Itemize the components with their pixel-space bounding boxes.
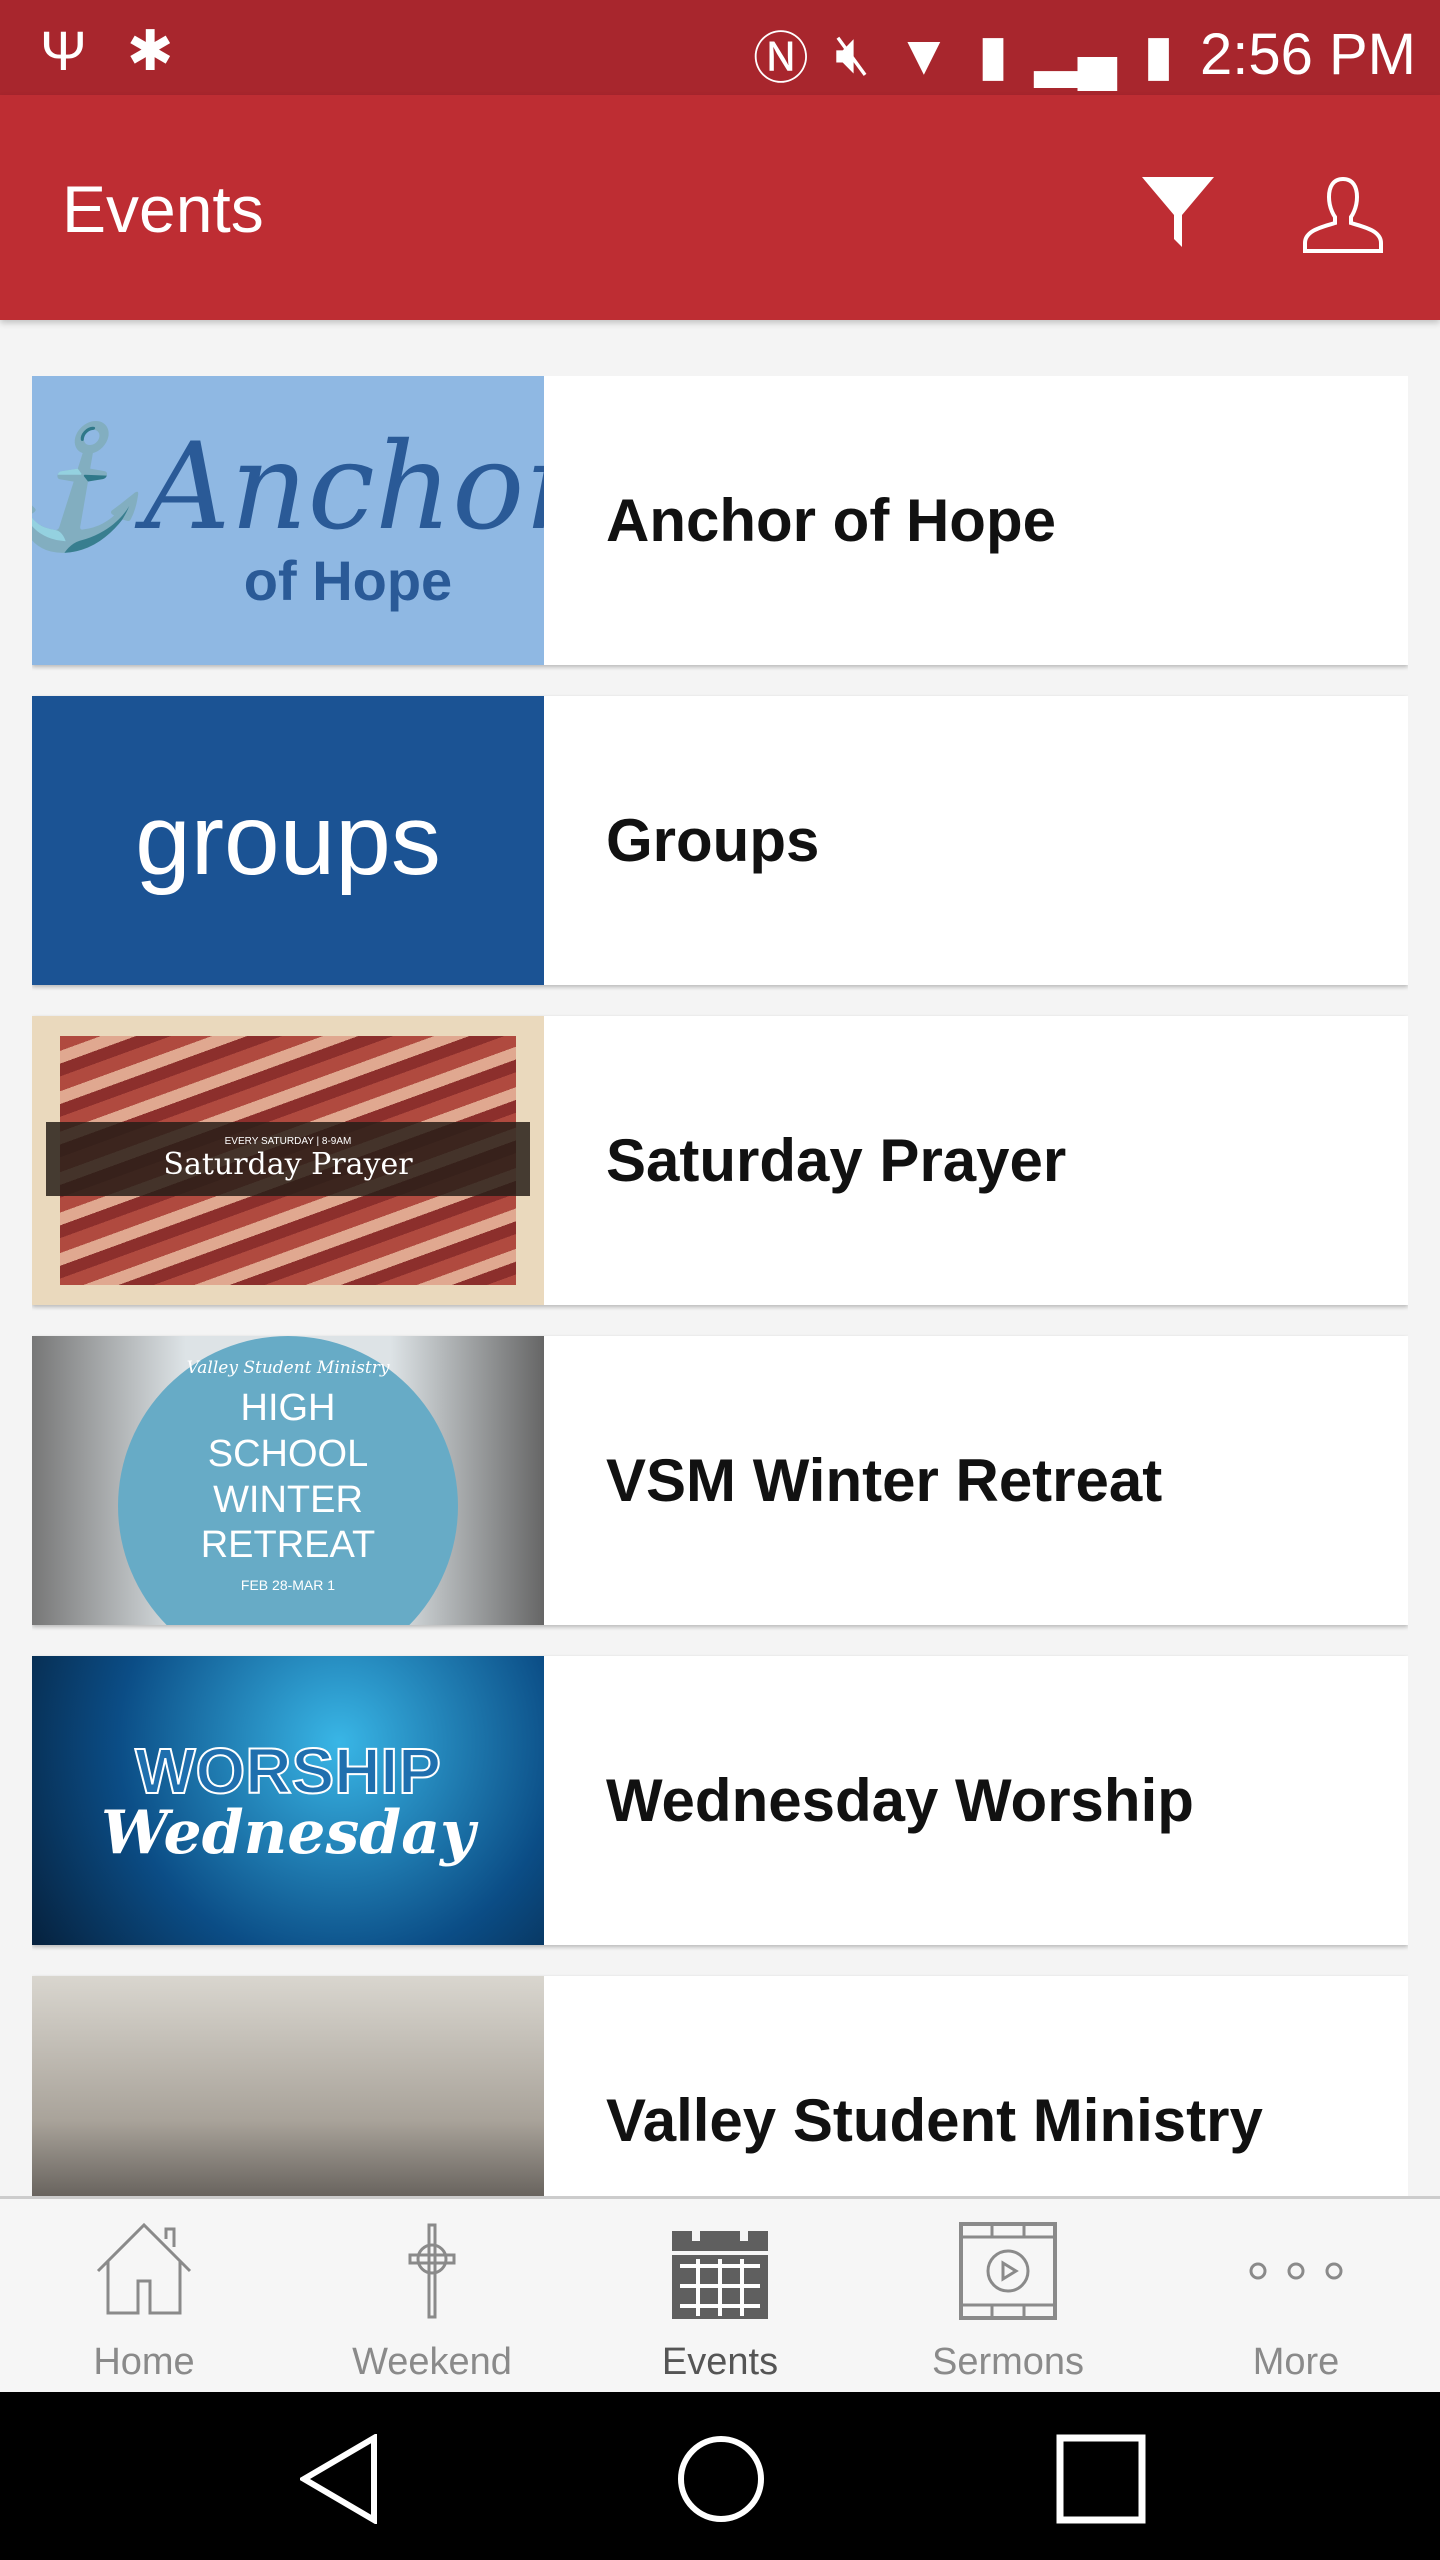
event-card[interactable]: ⚓Anchor of Hope Anchor of Hope: [32, 376, 1408, 665]
wifi-icon: ▼: [896, 23, 952, 86]
status-bar: Ψ ✱ Ⓝ 🔇︎ ▼ ▮ ▂▄ ▮ 2:56 PM: [0, 0, 1440, 95]
event-image: WORSHIP Wednesday: [32, 1656, 544, 1945]
mute-icon: 🔇︎: [834, 22, 871, 85]
event-image: Valley Student Ministry HIGH SCHOOL WINT…: [32, 1336, 544, 1625]
event-image: [32, 1976, 544, 2196]
user-icon[interactable]: [1300, 175, 1386, 255]
recents-icon[interactable]: [1056, 2434, 1146, 2524]
video-icon: [959, 2222, 1057, 2320]
tab-weekend[interactable]: Weekend: [288, 2199, 576, 2392]
back-icon[interactable]: [300, 2434, 380, 2524]
event-title: VSM Winter Retreat: [606, 1447, 1163, 1514]
event-card[interactable]: Valley Student Ministry HIGH SCHOOL WINT…: [32, 1336, 1408, 1625]
cross-icon: [408, 2223, 456, 2319]
event-card[interactable]: EVERY SATURDAY | 8-9AM Saturday Prayer S…: [32, 1016, 1408, 1305]
home-icon: [96, 2222, 192, 2315]
event-card[interactable]: WORSHIP Wednesday Wednesday Worship: [32, 1656, 1408, 1945]
events-list[interactable]: ⚓Anchor of Hope Anchor of Hope groups Gr…: [32, 376, 1408, 2196]
tab-more[interactable]: More: [1152, 2199, 1440, 2392]
home-circle-icon[interactable]: [676, 2434, 766, 2524]
nfc-icon: Ⓝ: [752, 27, 809, 90]
event-image: EVERY SATURDAY | 8-9AM Saturday Prayer: [32, 1016, 544, 1305]
status-time: 2:56 PM: [1200, 22, 1416, 87]
android-debug-icon: ✱: [126, 19, 174, 82]
event-title: Saturday Prayer: [606, 1127, 1067, 1194]
event-title: Wednesday Worship: [606, 1767, 1194, 1834]
no-sim-icon: ▮: [977, 22, 1009, 86]
battery-charging-icon: ▮: [1143, 22, 1174, 86]
event-title: Groups: [606, 807, 820, 874]
calendar-icon: [672, 2223, 768, 2319]
tab-events[interactable]: Events: [576, 2199, 864, 2392]
filter-icon[interactable]: [1140, 175, 1216, 247]
event-title: Valley Student Ministry: [606, 2087, 1263, 2154]
bottom-nav: Home Weekend Events Sermons More: [0, 2196, 1440, 2392]
usb-icon: Ψ: [40, 19, 87, 82]
app-bar: Events: [0, 95, 1440, 320]
event-image: ⚓Anchor of Hope: [32, 376, 544, 665]
event-card[interactable]: Valley Student Ministry: [32, 1976, 1408, 2196]
event-title: Anchor of Hope: [606, 487, 1056, 554]
tab-home[interactable]: Home: [0, 2199, 288, 2392]
tab-sermons[interactable]: Sermons: [864, 2199, 1152, 2392]
event-image: groups: [32, 696, 544, 985]
signal-icon: ▂▄: [1034, 22, 1118, 86]
more-icon: [1249, 2262, 1343, 2280]
event-card[interactable]: groups Groups: [32, 696, 1408, 985]
page-title: Events: [62, 172, 264, 246]
system-nav-bar: [0, 2392, 1440, 2560]
